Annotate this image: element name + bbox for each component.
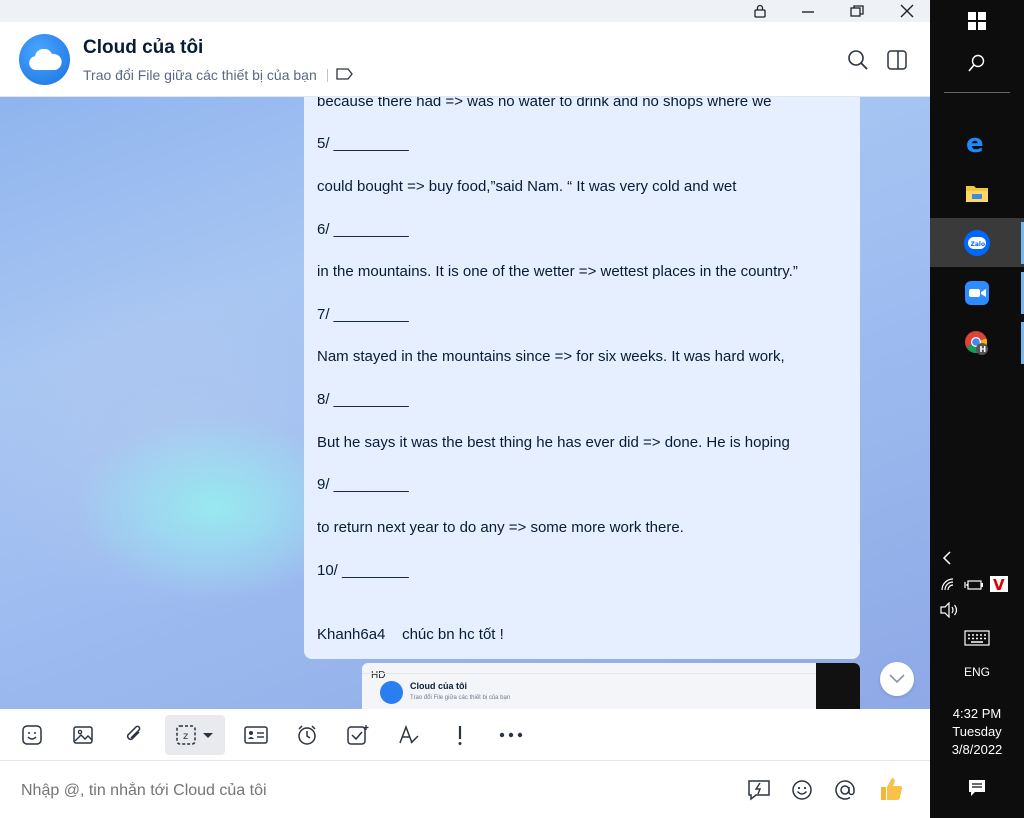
message-composer [0, 761, 930, 818]
message-line: could bought => buy food,”said Nam. “ It… [317, 178, 737, 195]
clock-time[interactable]: 4:32 PM [930, 706, 1024, 721]
scroll-to-bottom-button[interactable] [880, 662, 914, 696]
close-button[interactable] [884, 0, 930, 22]
task-check-icon[interactable] [338, 715, 378, 755]
svg-text:H: H [980, 345, 987, 354]
taskbar-divider [944, 92, 1010, 93]
search-icon[interactable] [847, 49, 869, 71]
windows-start-icon[interactable] [930, 8, 1024, 34]
taskbar-search-icon[interactable] [930, 50, 1024, 76]
message-line: Nam stayed in the mountains since => for… [317, 348, 785, 365]
chat-area[interactable]: because there had => was no water to dri… [0, 97, 930, 709]
svg-text:z: z [183, 731, 188, 742]
action-center-icon[interactable] [930, 776, 1024, 800]
conversation-header: Cloud của tôi Trao đổi File giữa các thi… [0, 22, 930, 97]
thumbnail-divider [362, 673, 816, 674]
important-mark-icon[interactable] [440, 715, 480, 755]
alarm-clock-icon[interactable] [287, 715, 327, 755]
label-tag-icon[interactable] [336, 67, 353, 83]
thumbnail-taskbar [816, 663, 860, 709]
more-options-icon[interactable] [491, 715, 531, 755]
message-line: to return next year to do any => some mo… [317, 519, 684, 536]
lock-icon[interactable] [737, 0, 783, 22]
message-input[interactable] [19, 781, 723, 801]
subtitle-text: Trao đổi File giữa các thiết bị của bạn [83, 67, 317, 83]
clock-day[interactable]: Tuesday [930, 724, 1024, 739]
clock-date[interactable]: 3/8/2022 [930, 742, 1024, 757]
restore-button[interactable] [834, 0, 880, 22]
mention-icon[interactable] [834, 779, 856, 806]
image-icon[interactable] [63, 715, 103, 755]
title-bar [0, 0, 930, 22]
wifi-icon[interactable] [940, 577, 956, 596]
emoji-icon[interactable] [791, 779, 813, 806]
sticker-icon[interactable] [12, 715, 52, 755]
svg-text:Zalo: Zalo [971, 241, 986, 248]
quick-message-icon[interactable] [747, 779, 771, 806]
cloud-avatar[interactable] [19, 34, 70, 85]
message-line: in the mountains. It is one of the wette… [317, 263, 798, 280]
svg-text:V: V [993, 576, 1005, 592]
touch-keyboard-icon[interactable] [964, 630, 990, 651]
thumbnail-title: Cloud của tôi [410, 681, 467, 691]
file-explorer-icon[interactable] [930, 175, 1024, 211]
message-line: 7/ _________ [317, 306, 409, 323]
screenshot-icon: z [176, 725, 213, 745]
message-line: because there had => was no water to dri… [317, 97, 772, 110]
message-line: 9/ _________ [317, 476, 409, 493]
contact-card-icon[interactable] [236, 715, 276, 755]
conversation-title: Cloud của tôi [83, 37, 204, 58]
message-line: 10/ ________ [317, 562, 409, 579]
thumbnail-avatar [380, 681, 403, 704]
paperclip-icon[interactable] [114, 715, 154, 755]
svg-text:e: e [966, 130, 984, 156]
zalo-window: Cloud của tôi Trao đổi File giữa các thi… [0, 0, 930, 818]
hd-badge: HD [371, 670, 386, 681]
conversation-subtitle: Trao đổi File giữa các thiết bị của bạn [83, 67, 353, 83]
image-message-thumbnail[interactable]: HD Cloud của tôi Trao đổi File giữa các … [362, 663, 860, 709]
thumbnail-subtitle: Trao đổi File giữa các thiết bị của bạn [410, 695, 511, 701]
vietkey-v-icon[interactable]: V [990, 576, 1008, 594]
input-language[interactable]: ENG [930, 665, 1024, 679]
message-line: Khanh6a4 chúc bn hc tốt ! [317, 626, 504, 643]
minimize-button[interactable] [785, 0, 831, 22]
thumbs-up-icon[interactable] [878, 776, 904, 807]
message-line: 6/ _________ [317, 221, 409, 238]
message-bubble[interactable]: because there had => was no water to dri… [304, 97, 860, 659]
chrome-browser-icon[interactable]: H [930, 325, 1024, 361]
battery-icon[interactable] [964, 578, 984, 596]
message-line: But he says it was the best thing he has… [317, 434, 790, 451]
zalo-taskbar-icon[interactable]: Zalo [930, 218, 1024, 267]
show-hidden-icons-chevron-icon[interactable] [942, 550, 952, 571]
text-format-icon[interactable] [389, 715, 429, 755]
windows-taskbar: e Zalo H V ENG 4:32 PM Tuesday 3/8/2022 [930, 0, 1024, 818]
message-line: 5/ _________ [317, 135, 409, 152]
volume-icon[interactable] [940, 601, 960, 623]
divider [326, 68, 328, 82]
screenshot-button[interactable]: z [165, 715, 225, 755]
edge-browser-icon[interactable]: e [930, 125, 1024, 161]
zoom-meetings-icon[interactable] [930, 275, 1024, 311]
side-panel-toggle-icon[interactable] [886, 49, 908, 71]
composer-toolbar: z [0, 709, 930, 761]
message-line: 8/ _________ [317, 391, 409, 408]
chevron-down-icon [889, 674, 905, 684]
cloud-icon [28, 48, 62, 70]
